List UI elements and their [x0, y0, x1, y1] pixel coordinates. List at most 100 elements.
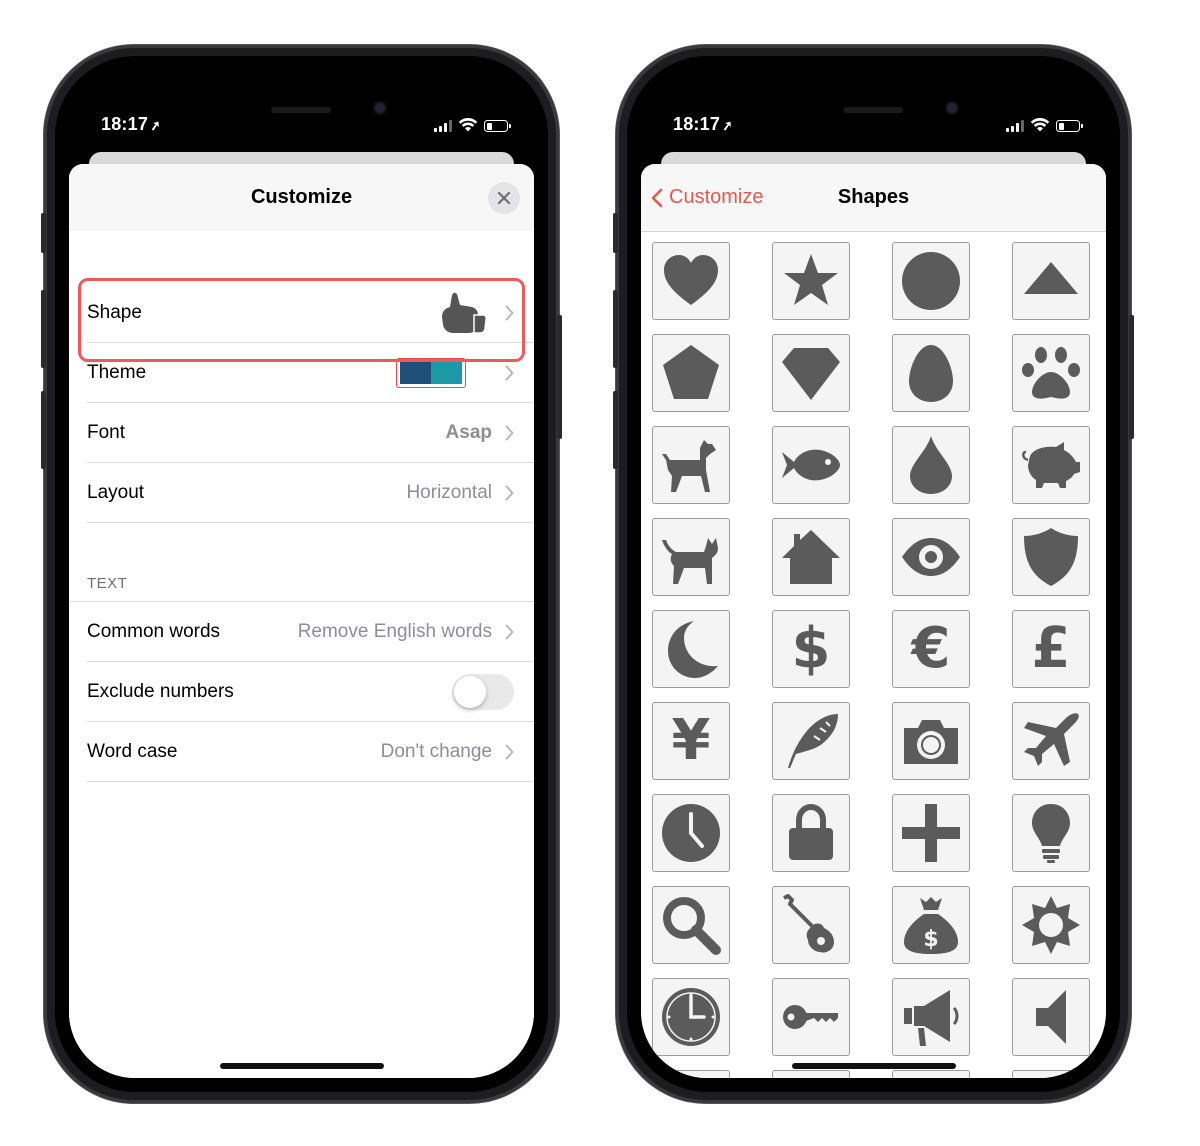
eye-icon [902, 538, 960, 576]
shape-plus[interactable] [892, 794, 970, 872]
pound-icon: £ [1031, 616, 1071, 681]
chevron-right-icon [505, 305, 514, 320]
layout-value: Horizontal [406, 481, 492, 503]
shape-fish[interactable] [772, 426, 850, 504]
shape-shield[interactable] [1012, 518, 1090, 596]
layout-row[interactable]: Layout Horizontal [87, 463, 534, 523]
shape-circle[interactable] [892, 242, 970, 320]
shape-megaphone[interactable] [892, 978, 970, 1056]
diamond-icon [782, 348, 840, 400]
shape-euro[interactable]: € [892, 610, 970, 688]
shape-pound[interactable]: £ [1012, 610, 1090, 688]
wall-clock-icon [662, 988, 720, 1046]
word-case-row[interactable]: Word case Don't change [87, 722, 534, 782]
shape-egg[interactable] [892, 334, 970, 412]
shape-guitar[interactable] [772, 886, 850, 964]
customize-sheet: Customize Shape Theme Font Asap Layout H… [69, 164, 534, 1078]
shape-partial-2[interactable] [772, 1070, 850, 1078]
feather-icon [788, 714, 838, 768]
wifi-icon [458, 118, 478, 132]
euro-icon: € [911, 616, 951, 681]
back-button[interactable]: Customize [651, 164, 763, 231]
shape-moon[interactable] [652, 610, 730, 688]
shape-drop[interactable] [892, 426, 970, 504]
chevron-right-icon [505, 744, 514, 759]
text-section-header: TEXT [87, 575, 128, 592]
theme-color-2 [431, 361, 462, 384]
shape-clock[interactable] [652, 794, 730, 872]
left-phone: 18:17➚ Customize Shape Theme Font Asap L… [41, 45, 562, 1103]
shape-star[interactable] [772, 242, 850, 320]
magnifier-icon [663, 897, 721, 955]
plus-icon [902, 804, 960, 862]
location-arrow-icon: ➚ [720, 117, 735, 134]
shape-yen[interactable]: ¥ [652, 702, 730, 780]
shape-airplane[interactable] [1012, 702, 1090, 780]
shape-cat[interactable] [652, 518, 730, 596]
font-row[interactable]: Font Asap [87, 403, 534, 463]
battery-icon [484, 120, 511, 132]
shape-partial-3[interactable] [892, 1070, 970, 1078]
shape-partial-1[interactable] [652, 1070, 730, 1078]
sun-icon [1022, 896, 1080, 954]
shape-dollar[interactable]: $ [772, 610, 850, 688]
shape-money-bag[interactable]: $ [892, 886, 970, 964]
dog-icon [662, 440, 716, 492]
shape-lock[interactable] [772, 794, 850, 872]
location-arrow-icon: ➚ [148, 117, 163, 134]
shape-pentagon[interactable] [652, 334, 730, 412]
thumbs-up-icon [442, 292, 487, 334]
shape-key[interactable] [772, 978, 850, 1056]
close-button[interactable] [488, 182, 520, 214]
clock-icon [662, 804, 720, 862]
exclude-numbers-row: Exclude numbers [87, 662, 534, 722]
customize-screen: 18:17➚ Customize Shape Theme Font Asap L… [69, 70, 534, 1078]
shape-house[interactable] [772, 518, 850, 596]
shape-dog[interactable] [652, 426, 730, 504]
shape-lightbulb[interactable] [1012, 794, 1090, 872]
shape-partial-4[interactable] [1012, 1070, 1090, 1078]
shape-eye[interactable] [892, 518, 970, 596]
theme-label: Theme [87, 361, 147, 383]
drop-icon [910, 436, 952, 494]
page-title: Customize [250, 186, 353, 208]
circle-icon [902, 252, 960, 310]
house-icon [782, 530, 840, 584]
shape-sun[interactable] [1012, 886, 1090, 964]
shape-speaker[interactable] [1012, 978, 1090, 1056]
shape-pig[interactable] [1012, 426, 1090, 504]
common-words-row[interactable]: Common words Remove English words [87, 602, 534, 662]
signal-icon [434, 120, 452, 132]
theme-swatch [396, 357, 466, 388]
speaker-icon [1036, 990, 1066, 1044]
home-indicator[interactable] [791, 1063, 956, 1069]
theme-row[interactable]: Theme [87, 343, 534, 403]
theme-color-1 [400, 361, 431, 384]
moon-icon [668, 621, 718, 678]
settings-list: Shape Theme Font Asap Layout Horizontal … [69, 231, 534, 1078]
home-indicator[interactable] [219, 1063, 384, 1069]
layout-label: Layout [87, 481, 145, 503]
shape-diamond[interactable] [772, 334, 850, 412]
dollar-icon: $ [791, 616, 831, 681]
shape-feather[interactable] [772, 702, 850, 780]
paw-icon [1022, 347, 1080, 399]
cat-icon [662, 538, 718, 584]
shape-heart[interactable] [652, 242, 730, 320]
fish-icon [782, 449, 840, 481]
lightbulb-icon [1032, 804, 1070, 863]
shape-row[interactable]: Shape [87, 283, 534, 343]
shape-magnifier[interactable] [652, 886, 730, 964]
chevron-right-icon [505, 485, 514, 500]
shape-paw[interactable] [1012, 334, 1090, 412]
key-icon [783, 1005, 838, 1029]
chevron-right-icon [505, 425, 514, 440]
shape-camera[interactable] [892, 702, 970, 780]
triangle-icon [1024, 262, 1078, 294]
exclude-numbers-toggle[interactable] [452, 673, 514, 710]
shape-wall-clock[interactable] [652, 978, 730, 1056]
status-bar: 18:17➚ [641, 70, 1106, 150]
shape-triangle[interactable] [1012, 242, 1090, 320]
close-icon [497, 191, 511, 205]
yen-icon: ¥ [671, 708, 711, 773]
